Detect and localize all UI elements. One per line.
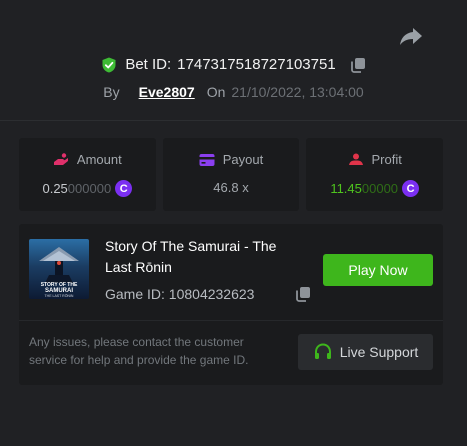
profit-icon	[348, 153, 363, 165]
thumb-caption-3: THE LAST RŌNIN	[45, 294, 74, 298]
coin-icon: C	[115, 180, 133, 197]
copy-bet-id-icon[interactable]	[350, 57, 366, 73]
amount-value-significant: 0.25	[42, 181, 68, 196]
play-now-button[interactable]: Play Now	[323, 254, 433, 286]
payout-card: Payout 46.8 x	[162, 138, 300, 211]
bet-id-label: Bet ID:	[125, 56, 172, 73]
bet-stats: Amount 0.25000000 C Payout 46.8 x Profit	[19, 138, 444, 211]
payout-value: 46.8 x	[213, 180, 249, 195]
amount-card: Amount 0.25000000 C	[19, 138, 156, 211]
game-thumbnail[interactable]: STORY OF THE SAMURAI THE LAST RŌNIN	[29, 239, 89, 299]
coin-icon: C	[402, 180, 420, 197]
amount-label: Amount	[76, 152, 122, 167]
support-notice: Any issues, please contact the customer …	[29, 335, 249, 367]
game-panel: STORY OF THE SAMURAI THE LAST RŌNIN Stor…	[19, 224, 443, 385]
profit-card: Profit 11.4500000 C	[306, 138, 444, 211]
live-support-label: Live Support	[339, 344, 419, 360]
username-link[interactable]: Eve2807	[139, 84, 195, 100]
amount-value: 0.25000000 C	[42, 180, 133, 197]
game-title[interactable]: Story Of The Samurai - The Last Rōnin	[105, 236, 305, 278]
payout-icon	[199, 153, 215, 166]
bet-meta-row: By Eve2807 On 21/10/2022, 13:04:00	[0, 84, 467, 100]
share-icon	[400, 28, 422, 45]
game-id: Game ID: 10804232623	[105, 286, 255, 302]
headset-icon	[314, 343, 331, 359]
on-label: On	[206, 84, 226, 100]
profit-value-significant: 11.45	[330, 181, 362, 196]
amount-icon	[53, 152, 68, 165]
bet-id-row: Bet ID: 1747317518727103751	[0, 56, 467, 73]
bet-datetime: 21/10/2022, 13:04:00	[231, 84, 364, 100]
by-label: By	[103, 84, 120, 100]
profit-value: 11.4500000 C	[330, 180, 420, 197]
bet-id-value: 1747317518727103751	[177, 56, 336, 73]
amount-value-trailing: 000000	[67, 181, 112, 196]
live-support-button[interactable]: Live Support	[298, 334, 433, 370]
verified-shield-icon	[101, 57, 117, 73]
copy-game-id-icon[interactable]	[295, 286, 311, 302]
panel-divider	[19, 320, 443, 321]
payout-label: Payout	[222, 152, 264, 167]
profit-label: Profit	[371, 152, 402, 167]
profit-value-trailing: 00000	[361, 181, 399, 196]
share-button[interactable]	[399, 26, 423, 46]
header-divider	[0, 120, 467, 121]
